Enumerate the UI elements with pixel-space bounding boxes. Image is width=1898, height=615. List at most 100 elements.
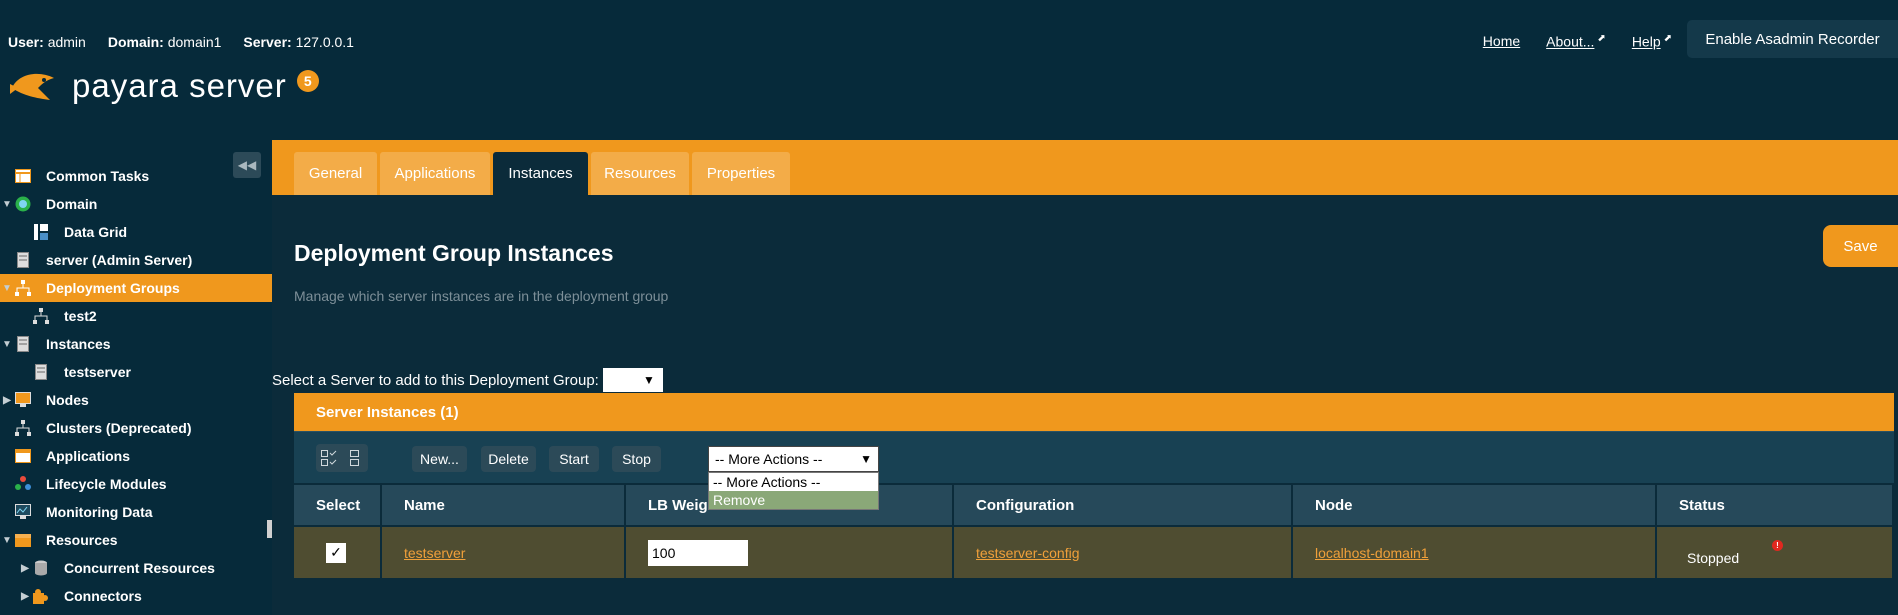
sidebar-item-applications[interactable]: Applications [0, 442, 272, 470]
external-link-icon: ⬈ [1597, 33, 1606, 44]
home-link[interactable]: Home [1483, 33, 1520, 50]
sidebar-item-resources[interactable]: ▼ Resources [0, 526, 272, 554]
app-icon [14, 447, 32, 465]
sidebar-item-test2[interactable]: test2 [0, 302, 272, 330]
row-checkbox[interactable]: ✓ [326, 542, 346, 563]
hierarchy-icon [14, 419, 32, 437]
sidebar-item-label: Data Grid [64, 224, 128, 240]
column-name[interactable]: Name [382, 485, 626, 525]
server-label: Server: [243, 34, 292, 50]
column-select[interactable]: Select [294, 485, 382, 525]
tab-instances[interactable]: Instances [493, 152, 588, 195]
add-server-row: Select a Server to add to this Deploymen… [272, 368, 663, 392]
server-instances-table: Server Instances (1) New... Delete Start… [294, 393, 1894, 578]
sidebar-item-lifecycle-modules[interactable]: Lifecycle Modules [0, 470, 272, 498]
grid-icon [32, 223, 50, 241]
select-cell: ✓ [294, 527, 382, 578]
tab-properties[interactable]: Properties [692, 152, 790, 195]
enable-asadmin-recorder-button[interactable]: Enable Asadmin Recorder [1687, 20, 1898, 58]
logo-text: payara server [72, 67, 287, 104]
selection-icons [316, 444, 368, 472]
sidebar-item-label: Nodes [46, 392, 89, 408]
more-actions-select[interactable]: -- More Actions -- ▼ [708, 446, 879, 472]
add-server-label: Select a Server to add to this Deploymen… [272, 371, 599, 389]
sidebar: ◀◀ Common Tasks ▼ Domain Data Grid serve… [0, 140, 272, 615]
top-links: Home About... ⬈ Help ⬈ [1483, 33, 1672, 50]
sidebar-item-monitoring-data[interactable]: Monitoring Data [0, 498, 272, 526]
gear-icon [14, 475, 32, 493]
external-link-icon: ⬈ [1663, 33, 1672, 44]
select-all-icon[interactable] [318, 447, 340, 469]
sidebar-item-label: Deployment Groups [46, 280, 180, 296]
collapsed-triangle-icon[interactable]: ▶ [18, 563, 32, 574]
expanded-triangle-icon[interactable]: ▼ [0, 339, 14, 350]
sidebar-item-testserver[interactable]: testserver [0, 358, 272, 386]
dropdown-option-remove[interactable]: Remove [709, 491, 878, 509]
lb-weight-cell: 100 [626, 527, 954, 578]
sidebar-item-nodes[interactable]: ▶ Nodes [0, 386, 272, 414]
stop-button[interactable]: Stop [612, 446, 661, 472]
deselect-all-icon[interactable] [344, 447, 366, 469]
sidebar-item-label: server (Admin Server) [46, 252, 193, 268]
column-configuration[interactable]: Configuration [954, 485, 1293, 525]
tab-general[interactable]: General [294, 152, 377, 195]
hierarchy-icon [32, 307, 50, 325]
sidebar-item-label: Clusters (Deprecated) [46, 420, 192, 436]
sidebar-item-connectors[interactable]: ▶ Connectors [0, 582, 272, 610]
lb-weight-input[interactable]: 100 [648, 539, 748, 566]
header: User: admin Domain: domain1 Server: 127.… [0, 0, 1898, 140]
sidebar-item-label: Common Tasks [46, 168, 150, 184]
table-header-row: Select Name LB Weight Configuration Node… [294, 483, 1894, 525]
payara-logo: payara server 5 [8, 66, 319, 106]
monitor-icon [14, 391, 32, 409]
sidebar-item-label: Applications [46, 448, 131, 464]
help-link[interactable]: Help [1632, 34, 1661, 50]
server-icon [32, 363, 50, 381]
delete-button[interactable]: Delete [481, 446, 536, 472]
node-link[interactable]: localhost-domain1 [1315, 545, 1429, 561]
instance-name-link[interactable]: testserver [404, 545, 465, 561]
expanded-triangle-icon[interactable]: ▼ [0, 199, 14, 210]
server-icon [14, 251, 32, 269]
add-server-select[interactable]: ▼ [602, 368, 663, 392]
main-content: General Applications Instances Resources… [272, 140, 1898, 615]
table-title: Server Instances (1) [294, 393, 1894, 431]
table-icon [14, 167, 32, 185]
dropdown-option-more-actions[interactable]: -- More Actions -- [709, 473, 878, 491]
configuration-link[interactable]: testserver-config [976, 545, 1079, 561]
column-status[interactable]: Status [1657, 485, 1894, 525]
name-cell: testserver [382, 527, 626, 578]
page-description: Manage which server instances are in the… [294, 288, 669, 304]
domain-value: domain1 [167, 34, 222, 50]
status-text: Stopped [1687, 549, 1740, 566]
sidebar-item-label: Instances [46, 336, 111, 352]
tab-resources[interactable]: Resources [591, 152, 689, 195]
new-button[interactable]: New... [412, 446, 467, 472]
expanded-triangle-icon[interactable]: ▼ [0, 535, 14, 546]
server-value: 127.0.0.1 [295, 34, 354, 50]
sidebar-item-label: Domain [46, 196, 98, 212]
box-icon [14, 531, 32, 549]
puzzle-icon [32, 587, 50, 605]
collapsed-triangle-icon[interactable]: ▶ [18, 591, 32, 602]
sidebar-item-label: Resources [46, 532, 118, 548]
about-link[interactable]: About... [1546, 34, 1594, 50]
sidebar-item-data-grid[interactable]: Data Grid [0, 218, 272, 246]
sidebar-item-common-tasks[interactable]: Common Tasks [0, 162, 272, 190]
expanded-triangle-icon[interactable]: ▼ [0, 283, 14, 294]
start-button[interactable]: Start [549, 446, 599, 472]
sidebar-item-clusters[interactable]: Clusters (Deprecated) [0, 414, 272, 442]
sidebar-item-label: Lifecycle Modules [46, 476, 167, 492]
sidebar-item-admin-server[interactable]: server (Admin Server) [0, 246, 272, 274]
sidebar-item-concurrent-resources[interactable]: ▶ Concurrent Resources [0, 554, 272, 582]
save-button[interactable]: Save [1823, 225, 1898, 267]
collapsed-triangle-icon[interactable]: ▶ [0, 395, 14, 406]
tab-applications[interactable]: Applications [380, 152, 490, 195]
server-icon [14, 335, 32, 353]
sidebar-item-instances[interactable]: ▼ Instances [0, 330, 272, 358]
node-cell: localhost-domain1 [1293, 527, 1657, 578]
sidebar-item-deployment-groups[interactable]: ▼ Deployment Groups [0, 274, 272, 302]
user-label: User: [8, 34, 44, 50]
column-node[interactable]: Node [1293, 485, 1657, 525]
sidebar-item-domain[interactable]: ▼ Domain [0, 190, 272, 218]
